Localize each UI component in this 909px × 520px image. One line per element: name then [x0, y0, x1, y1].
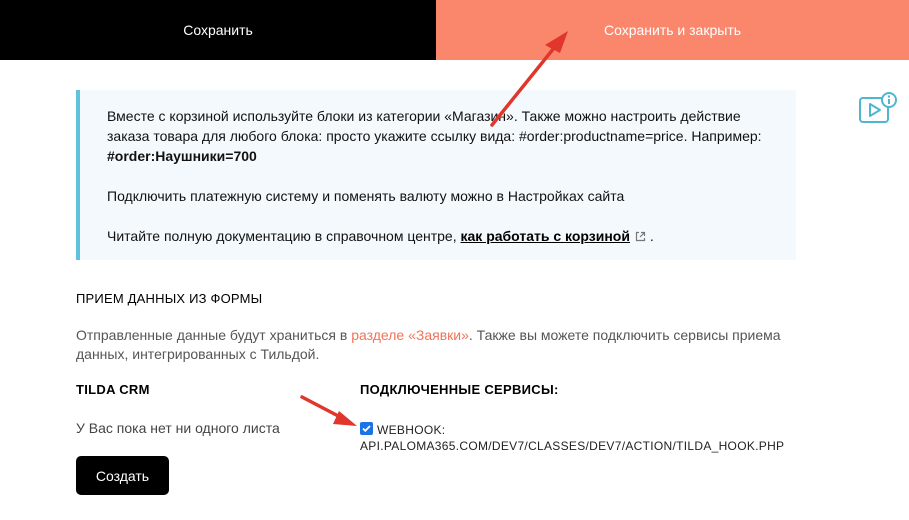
info-docs-suffix: . — [645, 228, 654, 244]
form-data-section-title: ПРИЕМ ДАННЫХ ИЗ ФОРМЫ — [76, 291, 263, 306]
info-order-text: Вместе с корзиной используйте блоки из к… — [107, 108, 762, 144]
form-data-description: Отправленные данные будут храниться в ра… — [76, 326, 796, 364]
tilda-crm-title: TILDA CRM — [76, 382, 150, 397]
info-order-example: #order:Наушники=700 — [107, 148, 257, 164]
annotation-arrowhead-bottom — [333, 411, 357, 426]
top-action-bar: Сохранить Сохранить и закрыть — [0, 0, 909, 60]
video-info-icon[interactable] — [858, 92, 900, 126]
save-and-close-button[interactable]: Сохранить и закрыть — [436, 0, 909, 60]
info-docs-prefix: Читайте полную документацию в справочном… — [107, 228, 461, 244]
cart-docs-link[interactable]: как работать с корзиной — [461, 228, 630, 244]
leads-section-link[interactable]: разделе «Заявки» — [351, 327, 469, 343]
info-paragraph-payment: Подключить платежную систему и поменять … — [107, 188, 625, 204]
external-link-icon — [635, 227, 646, 247]
webhook-label: WEBHOOK: — [377, 423, 446, 437]
form-data-desc-prefix: Отправленные данные будут храниться в — [76, 327, 352, 343]
webhook-checkbox[interactable] — [360, 422, 373, 435]
checkmark-icon — [362, 425, 371, 433]
webhook-url: API.PALOMA365.COM/DEV7/CLASSES/DEV7/ACTI… — [360, 439, 785, 453]
info-paragraph-order: Вместе с корзиной используйте блоки из к… — [107, 106, 774, 166]
connected-services-title: ПОДКЛЮЧЕННЫЕ СЕРВИСЫ: — [360, 382, 559, 397]
cart-info-box: Вместе с корзиной используйте блоки из к… — [76, 90, 796, 260]
annotation-arrow-bottom — [300, 395, 346, 421]
info-paragraph-docs: Читайте полную документацию в справочном… — [107, 226, 774, 247]
create-list-button[interactable]: Создать — [76, 456, 169, 495]
save-button[interactable]: Сохранить — [0, 0, 436, 60]
crm-empty-message: У Вас пока нет ни одного листа — [76, 420, 280, 436]
